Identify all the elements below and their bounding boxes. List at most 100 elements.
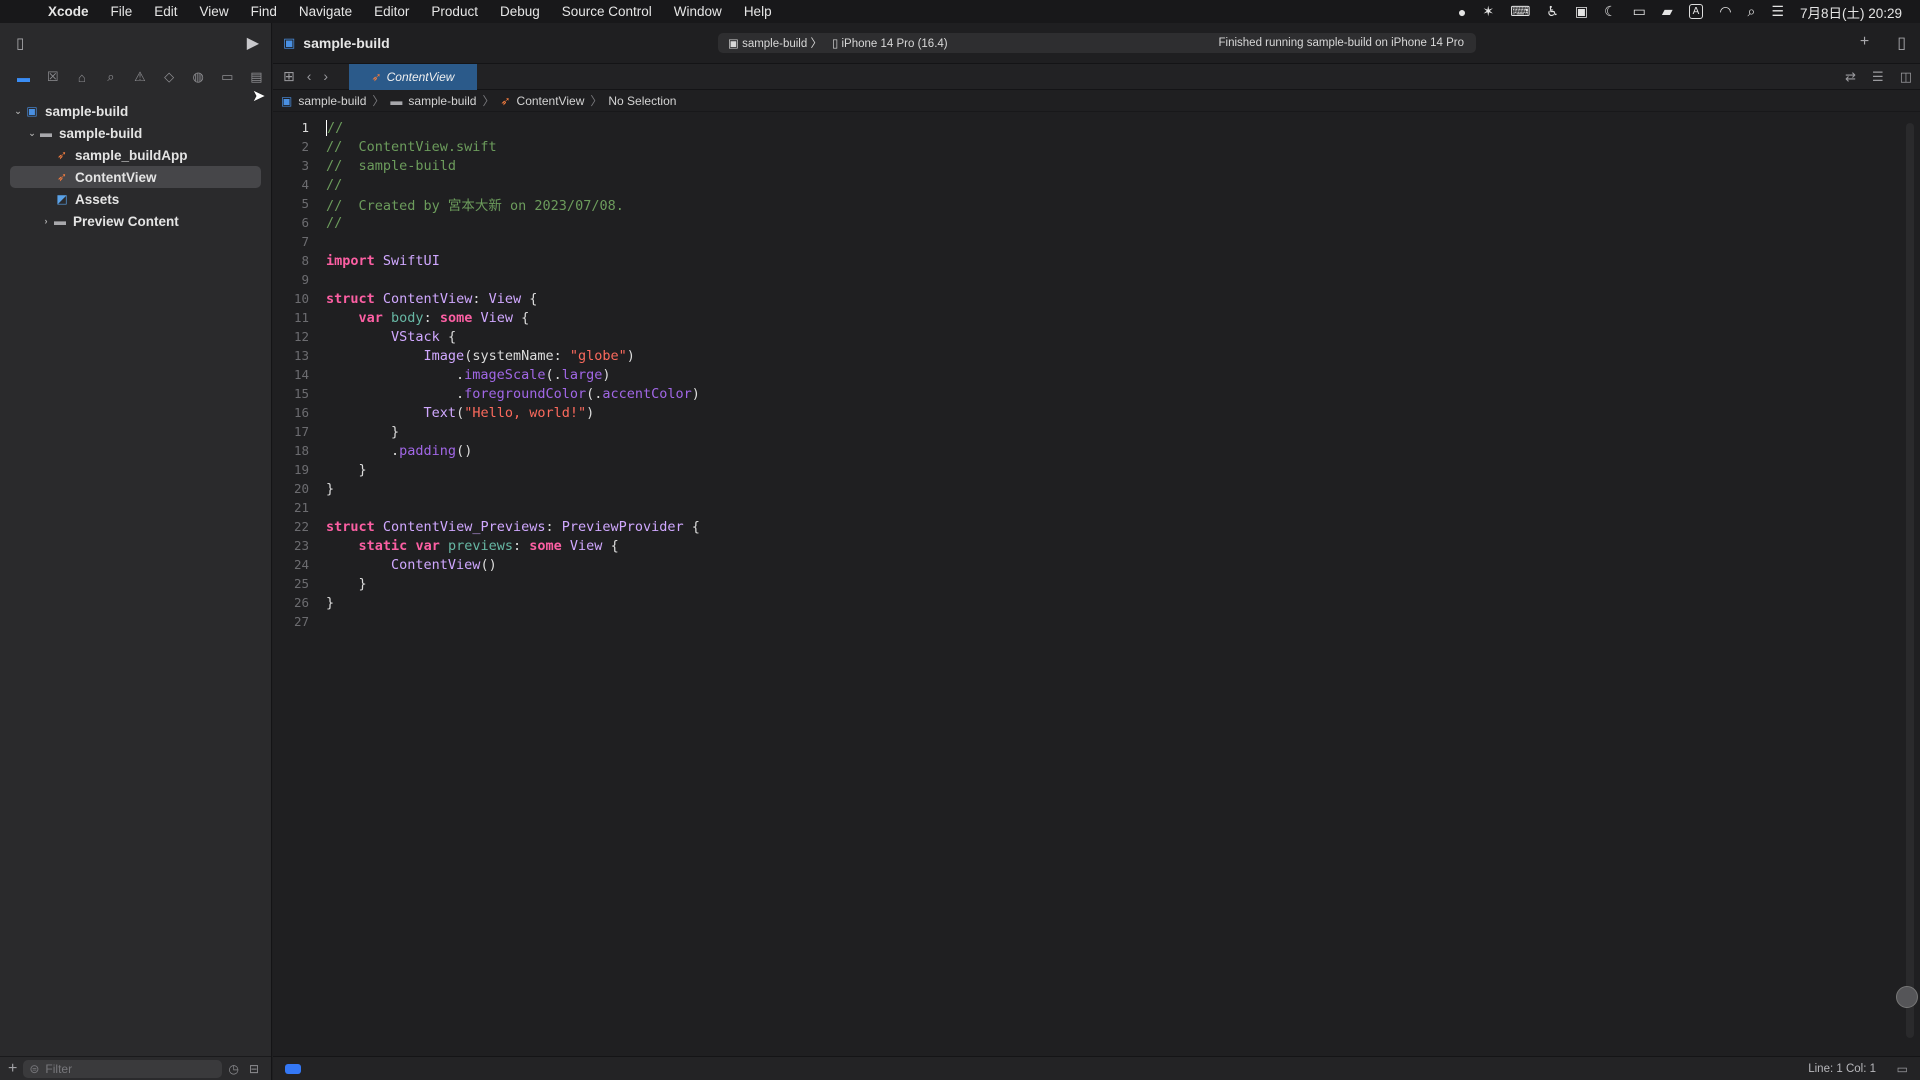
code-text[interactable]: // Created by 宮本大新 on 2023/07/08. bbox=[317, 194, 624, 214]
battery-icon[interactable]: ▰ bbox=[1662, 3, 1673, 20]
disclosure-expanded-icon[interactable]: ⌄ bbox=[26, 128, 38, 139]
tree-item-contentview[interactable]: ➶ ContentView bbox=[0, 166, 271, 188]
code-line[interactable]: 13 Image(systemName: "globe") bbox=[273, 346, 1898, 365]
source-control-navigator-tab-icon[interactable]: ☒ bbox=[38, 69, 67, 85]
scheme-selector[interactable]: ▣ sample-build 〉 bbox=[718, 35, 822, 51]
symbol-navigator-tab-icon[interactable]: ⌂ bbox=[67, 70, 96, 85]
code-text[interactable]: struct ContentView_Previews: PreviewProv… bbox=[317, 519, 700, 535]
filter-input[interactable]: ⊜ Filter bbox=[23, 1059, 223, 1078]
filter-scm-icon[interactable]: ⊟ bbox=[249, 1062, 263, 1076]
test-navigator-tab-icon[interactable]: ◇ bbox=[155, 69, 184, 85]
code-line[interactable]: 17 } bbox=[273, 422, 1898, 441]
code-text[interactable]: var body: some View { bbox=[317, 310, 530, 326]
debug-navigator-tab-icon[interactable]: ◍ bbox=[184, 69, 213, 85]
code-line[interactable]: 20} bbox=[273, 479, 1898, 498]
code-text[interactable]: VStack { bbox=[317, 329, 456, 345]
code-review-icon[interactable]: ⇄ bbox=[1845, 69, 1856, 85]
code-text[interactable]: } bbox=[317, 481, 334, 497]
menu-edit[interactable]: Edit bbox=[143, 4, 188, 19]
menu-navigate[interactable]: Navigate bbox=[288, 4, 363, 19]
menu-source-control[interactable]: Source Control bbox=[551, 4, 663, 19]
code-line[interactable]: 1 // bbox=[273, 118, 1898, 137]
menu-editor[interactable]: Editor bbox=[363, 4, 420, 19]
project-navigator-tab-icon[interactable]: ▬ bbox=[9, 70, 38, 85]
jumpbar-file[interactable]: ContentView bbox=[517, 94, 585, 108]
code-line[interactable]: 12 VStack { bbox=[273, 327, 1898, 346]
code-line[interactable]: 26} bbox=[273, 593, 1898, 612]
code-text[interactable]: ContentView() bbox=[317, 557, 497, 573]
code-text[interactable]: } bbox=[317, 462, 367, 478]
code-text[interactable]: // ContentView.swift bbox=[317, 139, 497, 155]
related-items-icon[interactable]: ⊞ bbox=[283, 68, 295, 85]
code-line[interactable]: 4 // bbox=[273, 175, 1898, 194]
back-chevron-icon[interactable]: ‹ bbox=[307, 68, 312, 85]
code-text[interactable]: // sample-build bbox=[317, 158, 456, 174]
jumpbar-project[interactable]: sample-build bbox=[298, 94, 366, 108]
destination-selector[interactable]: ▯ iPhone 14 Pro (16.4) bbox=[822, 36, 948, 50]
menu-xcode[interactable]: Xcode bbox=[34, 4, 100, 19]
jumpbar-selection[interactable]: No Selection bbox=[608, 94, 676, 108]
add-library-icon[interactable]: + bbox=[1860, 33, 1869, 53]
code-line[interactable]: 8 import SwiftUI bbox=[273, 251, 1898, 270]
tree-item-app-file[interactable]: ➶ sample_buildApp bbox=[0, 144, 271, 166]
menu-debug[interactable]: Debug bbox=[489, 4, 551, 19]
code-line[interactable]: 2 // ContentView.swift bbox=[273, 137, 1898, 156]
breakpoint-navigator-tab-icon[interactable]: ▭ bbox=[213, 69, 242, 85]
report-navigator-tab-icon[interactable]: ▤ bbox=[242, 69, 271, 85]
menu-window[interactable]: Window bbox=[663, 4, 733, 19]
code-text[interactable]: // bbox=[317, 119, 343, 136]
code-text[interactable]: .padding() bbox=[317, 443, 472, 459]
editor-scrollbar[interactable] bbox=[1906, 123, 1914, 1038]
code-line[interactable]: 10 struct ContentView: View { bbox=[273, 289, 1898, 308]
code-text[interactable]: Image(systemName: "globe") bbox=[317, 348, 635, 364]
menu-view[interactable]: View bbox=[189, 4, 240, 19]
code-line[interactable]: 19 } bbox=[273, 460, 1898, 479]
code-text[interactable]: Text("Hello, world!") bbox=[317, 405, 595, 421]
code-text[interactable]: static var previews: some View { bbox=[317, 538, 619, 554]
code-line[interactable]: 11 var body: some View { bbox=[273, 308, 1898, 327]
code-line[interactable]: 27 bbox=[273, 612, 1898, 631]
source-editor[interactable]: 1 // 2 // ContentView.swift 3 // sample-build… bbox=[273, 118, 1898, 1033]
accessibility-icon[interactable]: ♿ bbox=[1546, 3, 1559, 20]
wifi-icon[interactable]: ◠ bbox=[1719, 3, 1731, 20]
code-text[interactable]: .imageScale(.large) bbox=[317, 367, 610, 383]
editor-options-icon[interactable]: ☰ bbox=[1872, 69, 1884, 85]
code-line[interactable]: 25 } bbox=[273, 574, 1898, 593]
menu-help[interactable]: Help bbox=[733, 4, 783, 19]
tree-item-preview-content[interactable]: › ▬ Preview Content bbox=[0, 210, 271, 232]
filter-recent-icon[interactable]: ◷ bbox=[228, 1062, 242, 1076]
code-text[interactable]: import SwiftUI bbox=[317, 253, 440, 269]
code-text[interactable]: } bbox=[317, 576, 367, 592]
code-line[interactable]: 6 // bbox=[273, 213, 1898, 232]
tree-item-assets[interactable]: ◩ Assets bbox=[0, 188, 271, 210]
forward-chevron-icon[interactable]: › bbox=[323, 68, 328, 85]
spotlight-search-icon[interactable]: ⌕ bbox=[1748, 3, 1756, 20]
code-line[interactable]: 14 .imageScale(.large) bbox=[273, 365, 1898, 384]
input-source-indicator[interactable]: A bbox=[1688, 4, 1704, 19]
debug-area-show-icon[interactable]: ▭ bbox=[1897, 1062, 1908, 1076]
scroll-indicator[interactable] bbox=[1896, 986, 1918, 1008]
find-navigator-tab-icon[interactable]: ⌕ bbox=[96, 69, 125, 85]
split-editor-icon[interactable]: ◫ bbox=[1900, 69, 1912, 85]
control-center-icon[interactable]: ☰ bbox=[1771, 3, 1784, 20]
code-text[interactable]: struct ContentView: View { bbox=[317, 291, 537, 307]
code-line[interactable]: 5 // Created by 宮本大新 on 2023/07/08. bbox=[273, 194, 1898, 214]
code-line[interactable]: 22 struct ContentView_Previews: PreviewPr… bbox=[273, 517, 1898, 536]
tree-item-project[interactable]: ⌄ ▣ sample-build bbox=[0, 100, 271, 122]
code-line[interactable]: 9 bbox=[273, 270, 1898, 289]
code-text[interactable]: } bbox=[317, 595, 334, 611]
tree-item-group[interactable]: ⌄ ▬ sample-build bbox=[0, 122, 271, 144]
code-line[interactable]: 21 bbox=[273, 498, 1898, 517]
tab-contentview[interactable]: ➶ ContentView bbox=[349, 63, 477, 90]
code-line[interactable]: 18 .padding() bbox=[273, 441, 1898, 460]
disclosure-expanded-icon[interactable]: ⌄ bbox=[12, 106, 24, 117]
record-icon[interactable]: ● bbox=[1458, 4, 1466, 20]
moon-icon[interactable]: ☾ bbox=[1604, 3, 1617, 20]
code-text[interactable]: .foregroundColor(.accentColor) bbox=[317, 386, 700, 402]
menu-find[interactable]: Find bbox=[240, 4, 288, 19]
run-button-icon[interactable]: ▶ bbox=[247, 33, 259, 53]
code-line[interactable]: 16 Text("Hello, world!") bbox=[273, 403, 1898, 422]
add-file-icon[interactable]: + bbox=[8, 1060, 17, 1078]
code-text[interactable]: // bbox=[317, 177, 342, 193]
code-text[interactable]: } bbox=[317, 424, 399, 440]
